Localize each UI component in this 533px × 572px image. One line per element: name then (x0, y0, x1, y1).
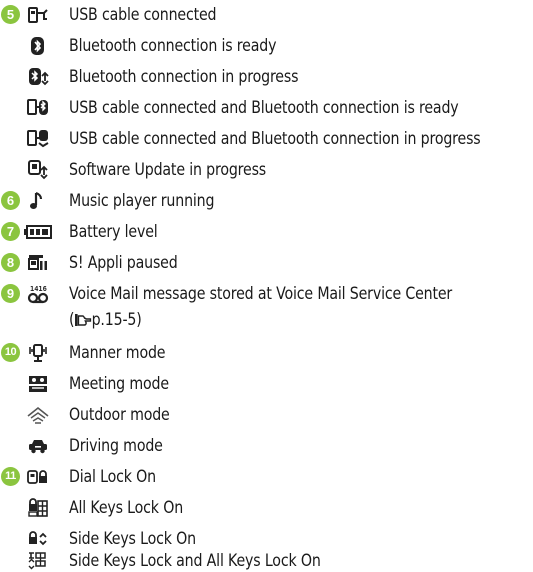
item-text: Voice Mail message stored at Voice Mail … (69, 284, 453, 303)
item-text: Side Keys Lock On (69, 529, 196, 548)
list-item-continuation: (p.15-5) (0, 309, 533, 335)
list-item: 11 Dial Lock On (0, 464, 533, 490)
item-text: Bluetooth connection is ready (69, 36, 277, 55)
list-item: Bluetooth connection in progress (0, 64, 533, 90)
list-item: 8 S! Appli paused (0, 250, 533, 276)
list-item: Bluetooth connection is ready (0, 33, 533, 59)
item-text: Side Keys Lock and All Keys Lock On (69, 551, 321, 570)
list-item: Side Keys Lock and All Keys Lock On (0, 548, 533, 572)
item-text: All Keys Lock On (69, 498, 184, 517)
item-text: Dial Lock On (69, 467, 156, 486)
step-number-badge: 10 (1, 343, 20, 362)
list-item: 7 Battery level (0, 219, 533, 245)
svg-text:1416: 1416 (30, 285, 47, 293)
voicemail-icon: 1416 (27, 283, 49, 305)
item-text: Bluetooth connection in progress (69, 67, 299, 86)
manner-mode-icon (27, 342, 49, 364)
list-item: All Keys Lock On (0, 495, 533, 521)
item-text: Battery level (69, 222, 158, 241)
step-number-badge: 7 (1, 222, 20, 241)
list-item: USB cable connected and Bluetooth connec… (0, 95, 533, 121)
bluetooth-progress-icon (27, 66, 49, 88)
item-text: S! Appli paused (69, 253, 178, 272)
list-item: 5 USB cable connected (0, 2, 533, 28)
ref-page[interactable]: p.15-5 (92, 310, 137, 329)
list-item: Software Update in progress (0, 157, 533, 183)
side-all-keys-lock-icon (27, 550, 49, 572)
appli-paused-icon (27, 252, 49, 274)
item-text: Manner mode (69, 343, 166, 362)
item-text: Software Update in progress (69, 160, 267, 179)
item-text: Music player running (69, 191, 215, 210)
item-text: USB cable connected (69, 5, 217, 24)
item-text: Outdoor mode (69, 405, 170, 424)
software-update-icon (27, 159, 49, 181)
list-item: 9 1416 Voice Mail message stored at Voic… (0, 281, 533, 307)
list-item: 10 Manner mode (0, 340, 533, 366)
all-keys-lock-icon (27, 497, 49, 519)
step-number-badge: 6 (1, 191, 20, 210)
step-number-badge: 5 (1, 5, 20, 24)
side-keys-lock-icon (27, 528, 49, 550)
battery-icon (24, 221, 52, 243)
usb-bluetooth-progress-icon (27, 128, 49, 150)
driving-mode-icon (27, 435, 49, 457)
step-number-badge: 8 (1, 253, 20, 272)
list-item: USB cable connected and Bluetooth connec… (0, 126, 533, 152)
list-item: 6 Music player running (0, 188, 533, 214)
music-note-icon (27, 190, 49, 212)
step-number-badge: 11 (1, 467, 20, 486)
step-number-badge: 9 (1, 284, 20, 303)
item-text: Driving mode (69, 436, 163, 455)
usb-connected-icon (27, 4, 49, 26)
item-text: USB cable connected and Bluetooth connec… (69, 129, 481, 148)
item-text: Meeting mode (69, 374, 169, 393)
pointing-hand-icon (74, 312, 92, 328)
bluetooth-ready-icon (27, 35, 49, 57)
list-item: Outdoor mode (0, 402, 533, 428)
page-reference: (p.15-5) (69, 309, 142, 331)
ref-close-paren: ) (136, 310, 142, 329)
usb-bluetooth-ready-icon (27, 97, 49, 119)
meeting-mode-icon (27, 373, 49, 395)
outdoor-mode-icon (27, 404, 49, 426)
item-text: USB cable connected and Bluetooth connec… (69, 98, 459, 117)
list-item: Driving mode (0, 433, 533, 459)
dial-lock-icon (27, 466, 49, 488)
list-item: Meeting mode (0, 371, 533, 397)
